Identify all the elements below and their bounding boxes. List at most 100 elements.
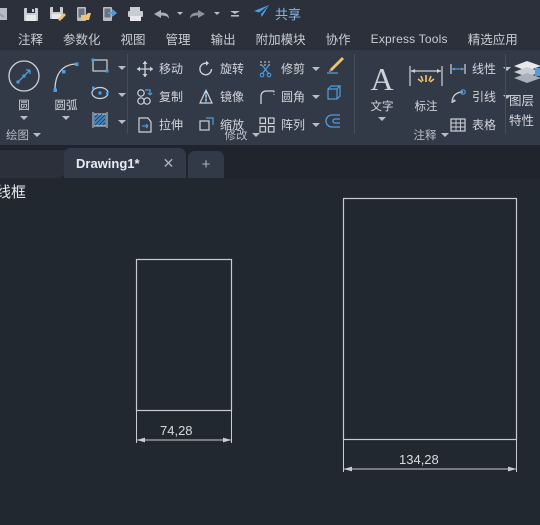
rectangle-1-dimension-text[interactable]: 74,28 [160,423,193,438]
circle-icon [5,55,43,95]
text-button[interactable]: A 文字 [360,56,404,121]
drawing-canvas[interactable]: 线框 74,28 134,28 [0,178,540,525]
close-icon[interactable]: ✕ [161,155,176,170]
rotate-button[interactable]: 旋转 [196,56,244,81]
ribbon-tab-parametric[interactable]: 参数化 [53,27,111,50]
ribbon-body: 圆 圆弧 绘图 移动 复制 拉伸 旋转 镜像 缩放 修剪 圆角 阵列 修改 A … [0,50,540,145]
trim-button[interactable]: 修剪 [257,56,321,81]
share-label: 共享 [275,7,302,22]
open-icon[interactable] [70,0,96,27]
layer-label: 图层 [509,94,535,108]
autocad-window: 共享 注释 参数化 视图 管理 输出 附加模块 协作 Express Tools… [0,0,540,525]
dimension-icon [406,56,446,96]
panel-modify-title: 修改 [224,130,248,142]
panel-annotation-label[interactable]: 注释 [356,127,506,143]
trim-label: 修剪 [281,62,306,76]
redo-dropdown-arrow[interactable] [211,0,222,27]
copy-icon [135,87,155,107]
panel-modify-label[interactable]: 修改 [129,127,355,143]
panel-annotation: A 文字 标注 线性 引线 表格 注释 [356,50,512,145]
share-plane-icon [252,3,271,24]
start-tab[interactable] [0,150,66,178]
export-icon[interactable] [96,0,122,27]
fillet-button[interactable]: 圆角 [257,84,321,109]
array-dropdown-arrow[interactable] [312,122,321,127]
ribbon-tab-output[interactable]: 输出 [201,27,246,50]
mirror-button[interactable]: 镜像 [196,84,244,109]
rotate-icon [196,59,216,79]
text-dropdown-arrow[interactable] [378,117,386,121]
move-label: 移动 [159,62,184,76]
linear-label: 线性 [472,62,497,76]
quick-access-toolbar: 共享 [0,0,540,27]
ribbon-tab-addins[interactable]: 附加模块 [246,27,316,50]
properties-label: 特性 [509,114,535,128]
3d-solid-button[interactable] [323,83,347,107]
save-icon[interactable] [18,0,44,27]
document-tab-drawing1[interactable]: Drawing1* ✕ [64,148,186,178]
leader-button[interactable]: 引线 [448,84,512,109]
document-tab-bar: Drawing1* ✕ + [0,145,540,178]
share-button[interactable]: 共享 [252,3,301,24]
panel-layers-properties: 图层 特性 [507,50,540,145]
erase-button[interactable] [323,55,347,79]
circle-label: 圆 [18,100,30,112]
panel-modify: 移动 复制 拉伸 旋转 镜像 缩放 修剪 圆角 阵列 修改 [129,50,355,145]
ribbon-tab-collaborate[interactable]: 协作 [316,27,361,50]
customize-icon[interactable] [222,0,248,27]
ribbon-tab-express-tools[interactable]: Express Tools [361,27,458,50]
erase-icon [324,55,346,80]
copy-label: 复制 [159,90,184,104]
panel-divider [127,54,128,134]
fillet-icon [257,87,277,107]
rectangle-2-dimension-text[interactable]: 134,28 [399,452,439,467]
copy-button[interactable]: 复制 [135,84,183,109]
trim-icon [257,59,277,79]
new-icon[interactable] [0,0,18,27]
panel-divider [505,54,506,134]
circle-button[interactable]: 圆 [2,55,46,120]
3d-solid-icon [325,83,345,108]
arc-label: 圆弧 [54,100,78,112]
circle-dropdown-arrow[interactable] [20,116,28,120]
ribbon-tab-manage[interactable]: 管理 [156,27,201,50]
ribbon-tab-strip: 注释 参数化 视图 管理 输出 附加模块 协作 Express Tools 精选… [0,27,540,50]
dimension-label: 标注 [414,101,438,113]
ellipse-button[interactable] [88,83,112,107]
undo-dropdown-arrow[interactable] [174,0,185,27]
ribbon-tab-view[interactable]: 视图 [111,27,156,50]
fillet-label: 圆角 [281,90,306,104]
move-button[interactable]: 移动 [135,56,183,81]
panel-draw-title: 绘图 [6,130,29,142]
redo-icon[interactable] [185,0,211,27]
rectangle-icon [90,57,110,80]
rectangle-button[interactable] [88,56,112,80]
ribbon-tab-annotate[interactable]: 注释 [8,27,53,50]
document-tab-label: Drawing1* [76,155,140,171]
plot-icon[interactable] [122,0,148,27]
ribbon-tab-featured-apps[interactable]: 精选应用 [458,27,528,50]
arc-dropdown-arrow[interactable] [62,116,70,120]
trim-dropdown-arrow[interactable] [312,66,321,71]
arc-button[interactable]: 圆弧 [44,55,88,120]
leader-icon [448,87,468,107]
ellipse-icon [90,84,110,107]
save-as-icon[interactable] [44,0,70,27]
svg-text:A: A [370,61,393,96]
new-tab-button[interactable]: + [188,151,224,178]
linear-button[interactable]: 线性 [448,56,512,81]
leader-label: 引线 [472,90,497,104]
panel-draw-label[interactable]: 绘图 [0,127,134,143]
text-icon: A [365,56,399,96]
fillet-dropdown-arrow[interactable] [312,94,321,99]
rectangle-1[interactable] [135,258,233,412]
rotate-label: 旋转 [220,62,245,76]
rectangle-2[interactable] [342,197,518,441]
undo-icon[interactable] [148,0,174,27]
mirror-icon [196,87,216,107]
arc-icon [47,55,85,95]
mirror-label: 镜像 [220,90,245,104]
linear-dimension-icon [448,59,468,79]
dimension-button[interactable]: 标注 [404,56,448,114]
layers-icon[interactable] [511,56,540,91]
